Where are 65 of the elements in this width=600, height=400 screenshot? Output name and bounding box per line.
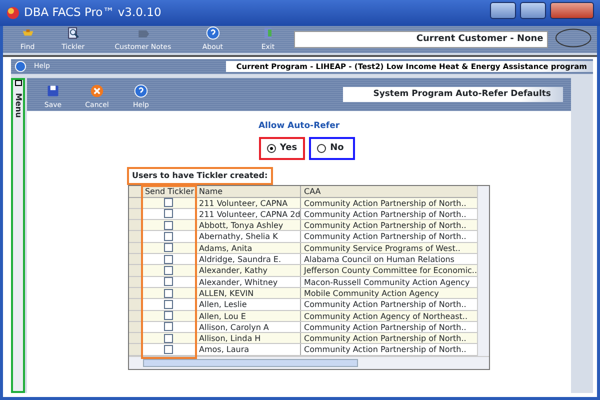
checkbox[interactable] <box>164 300 173 309</box>
app-icon <box>6 6 20 20</box>
table-cell-text: Community Action Partnership of North.. <box>303 344 468 355</box>
auto-refer-label: Allow Auto-Refer <box>257 120 341 133</box>
table-cell-text: Community Action Partnership of North.. <box>303 231 468 242</box>
close-button[interactable] <box>550 2 594 18</box>
table-cell-text: Community Service Programs of West.. <box>303 242 462 254</box>
table-cell: Aldridge, Saundra E. <box>196 254 301 264</box>
checkbox[interactable] <box>164 311 173 320</box>
checkbox[interactable] <box>164 345 173 354</box>
column-header[interactable]: CAA <box>301 186 478 197</box>
horizontal-scrollbar[interactable] <box>129 356 489 369</box>
table-cell-text: Community Action Partnership of North.. <box>303 299 468 310</box>
table-cell-text: Community Action Partnership of North.. <box>303 333 468 344</box>
radio-option[interactable]: No <box>309 136 356 160</box>
checkbox[interactable] <box>164 266 173 275</box>
table-cell-text: Macon-Russell Community Action Agency <box>303 276 471 287</box>
maximize-button[interactable] <box>520 2 546 18</box>
table-cell-text: Community Action Partnership of North.. <box>303 220 468 230</box>
table-cell-text: Mobile Community Action Agency <box>303 288 440 298</box>
table-cell: ALLEN, KEVIN <box>196 288 301 298</box>
radio-button[interactable] <box>317 144 326 153</box>
table-cell: Abbott, Tonya Ashley <box>196 220 301 230</box>
column-header[interactable]: Send Tickler <box>142 186 196 197</box>
cancel-icon <box>90 84 104 98</box>
table-cell-text: Community Action Partnership of North.. <box>303 208 468 220</box>
page-heading: System Program Auto-Refer Defaults <box>343 87 563 102</box>
menu-tab[interactable]: Menu <box>12 93 24 118</box>
table-cell: Alexander, Whitney <box>196 276 301 287</box>
minimize-button[interactable] <box>490 2 516 18</box>
table-cell: Allison, Carolyn A <box>196 322 301 332</box>
checkbox[interactable] <box>164 288 173 298</box>
table-cell: Allen, Leslie <box>196 299 301 310</box>
logo-icon <box>554 27 593 49</box>
radio-option[interactable]: Yes <box>258 136 306 160</box>
table-cell: Allen, Lou E <box>196 310 301 321</box>
table-cell: Abernathy, Shelia K <box>196 231 301 242</box>
column-header[interactable]: Name <box>196 186 301 197</box>
checkbox[interactable] <box>164 243 173 252</box>
table-cell: 211 Volunteer, CAPNA <box>196 198 301 208</box>
checkbox[interactable] <box>164 254 173 264</box>
table-cell-text: Community Action Partnership of North.. <box>303 322 468 332</box>
table-cell-text: Community Action Partnership of North.. <box>303 198 468 208</box>
table-cell-text: Jefferson County Committee for Economic.. <box>302 265 478 276</box>
checkbox[interactable] <box>164 322 173 332</box>
table-cell: Alexander, Kathy <box>196 265 301 276</box>
table-cell: 211 Volunteer, CAPNA 2d <box>196 208 301 220</box>
vertical-scrollbar[interactable] <box>477 186 489 356</box>
window-title: DBA FACS Pro™ v3.0.10 <box>24 4 162 22</box>
users-label: Users to have Tickler created: <box>127 167 273 186</box>
table-cell: Adams, Anita <box>196 242 301 254</box>
table-cell: Amos, Laura <box>196 344 301 355</box>
scroll-thumb[interactable] <box>143 358 358 367</box>
checkbox[interactable] <box>164 334 173 343</box>
current-customer-field: Current Customer - None <box>294 30 548 48</box>
checkbox[interactable] <box>164 198 173 208</box>
radio-button[interactable] <box>266 144 276 153</box>
magnifier-icon <box>66 26 80 40</box>
checkbox[interactable] <box>164 220 173 230</box>
checkbox[interactable] <box>164 277 173 286</box>
checkbox[interactable] <box>164 232 173 242</box>
checkbox[interactable] <box>164 209 173 218</box>
table-cell-text: Community Action Agency of Northeast.. <box>303 310 469 321</box>
table-cell-text: Alabama Council on Human Relations <box>303 254 456 264</box>
table-cell: Allison, Linda H <box>196 333 301 344</box>
